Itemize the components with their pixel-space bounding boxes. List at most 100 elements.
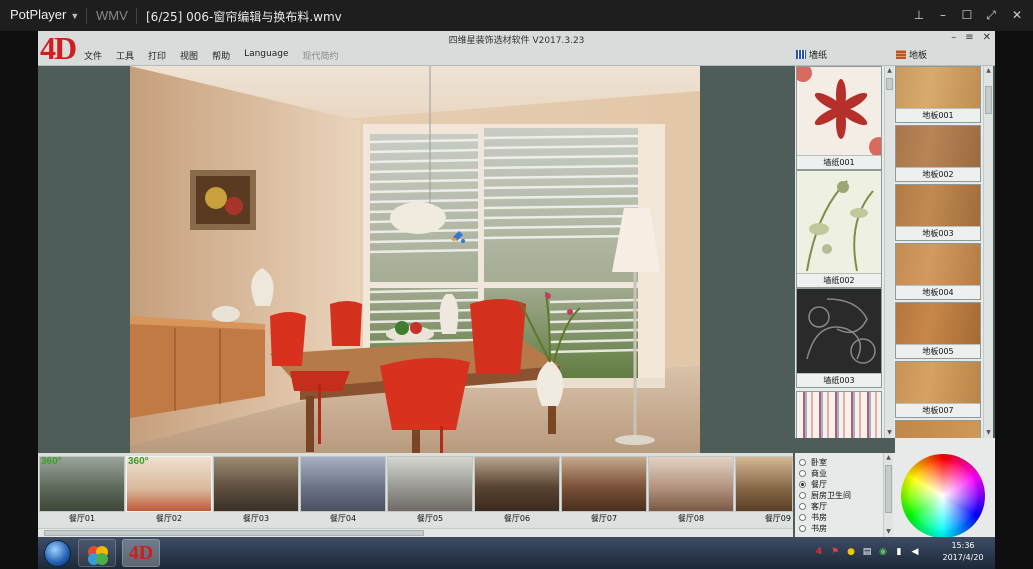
scroll-up-icon[interactable]: ▲ xyxy=(884,453,893,463)
minimize-icon[interactable]: – xyxy=(951,32,956,43)
room-option-bedroom[interactable]: 卧室 xyxy=(799,457,827,468)
chevron-down-icon: ▼ xyxy=(70,11,80,21)
wallpaper-tile[interactable]: 墙纸001 xyxy=(796,66,882,170)
scroll-up-icon[interactable]: ▲ xyxy=(885,66,894,76)
close-icon[interactable]: ✕ xyxy=(983,32,991,43)
floor-tile[interactable] xyxy=(895,420,981,439)
room-option-commercial[interactable]: 商业 xyxy=(799,468,827,479)
fullscreen-icon[interactable]: ⤢ xyxy=(980,6,1002,24)
menu: 文件 工具 打印 视图 帮助 Language 现代简约 xyxy=(84,49,339,62)
floor-label: 地板004 xyxy=(896,285,980,299)
floor-list: 地板001 地板002 地板003 地板004 地板005 地板007 xyxy=(894,66,983,439)
floor-tile[interactable]: 地板002 xyxy=(895,125,981,182)
wallpaper-swatch xyxy=(797,392,881,438)
scene-thumbnail-image xyxy=(562,457,646,511)
scroll-down-icon[interactable]: ▼ xyxy=(884,527,893,537)
player-name: PotPlayer xyxy=(10,7,67,22)
radio-button[interactable] xyxy=(799,492,806,499)
scene-thumbnail[interactable]: 餐厅03 xyxy=(213,456,299,526)
paint-bucket-cursor-icon xyxy=(451,231,465,243)
menu-file[interactable]: 文件 xyxy=(84,49,102,62)
wallpaper-header[interactable]: 墙纸 xyxy=(796,48,827,61)
scroll-down-icon[interactable]: ▼ xyxy=(984,428,993,438)
menu-style[interactable]: 现代简约 xyxy=(303,49,339,62)
room-list-scrollbar[interactable]: ▲ ▼ xyxy=(883,453,893,537)
taskbar-4d-app-button[interactable]: 4D xyxy=(122,539,160,567)
flag-icon[interactable]: ⚑ xyxy=(829,546,841,558)
wallpaper-tile[interactable] xyxy=(796,391,882,438)
scene-thumbnail-strip: 360° 餐厅01 360° 餐厅02 餐厅03 餐厅04 餐厅05 餐厅06 … xyxy=(38,453,793,537)
scene-thumbnail-label: 餐厅08 xyxy=(648,512,734,526)
scene-thumbnail-image xyxy=(301,457,385,511)
room-option-study[interactable]: 书房 xyxy=(799,523,827,534)
floor-tile[interactable]: 地板007 xyxy=(895,361,981,418)
device-icon[interactable]: ▤ xyxy=(861,546,873,558)
thumbnail-scrollbar[interactable] xyxy=(38,528,793,537)
scene-thumbnail-label: 餐厅04 xyxy=(300,512,386,526)
radio-button[interactable] xyxy=(799,503,806,510)
room-render-view[interactable] xyxy=(130,66,700,453)
dining-room-image xyxy=(130,66,700,453)
divider xyxy=(136,8,137,24)
floor-tile[interactable]: 地板003 xyxy=(895,184,981,241)
room-option-study[interactable]: 书房 xyxy=(799,512,827,523)
menu-language[interactable]: Language xyxy=(244,49,288,62)
system-tray: 4 ⚑ ● ▤ ◉ ▮ ◀ xyxy=(813,546,921,558)
scroll-up-icon[interactable]: ▲ xyxy=(984,66,993,76)
floor-tile[interactable]: 地板001 xyxy=(895,66,981,123)
minimize-icon[interactable]: – xyxy=(932,6,954,24)
room-option-living[interactable]: 客厅 xyxy=(799,501,827,512)
scroll-down-icon[interactable]: ▼ xyxy=(885,428,894,438)
room-option-kitchen-bath[interactable]: 厨房卫生间 xyxy=(799,490,851,501)
radio-button[interactable] xyxy=(799,525,806,532)
scene-thumbnail[interactable]: 餐厅08 xyxy=(648,456,734,526)
taskbar-clock[interactable]: 15:36 2017/4/20 xyxy=(933,540,993,564)
radio-button[interactable] xyxy=(799,514,806,521)
pin-icon[interactable]: ⊥ xyxy=(908,6,930,24)
network-icon[interactable]: ▮ xyxy=(893,546,905,558)
floor-label: 地板007 xyxy=(896,403,980,417)
taskbar-app-button[interactable] xyxy=(78,539,116,567)
360-badge: 360° xyxy=(41,456,62,467)
radio-button-selected[interactable] xyxy=(799,481,806,488)
security-icon[interactable]: ● xyxy=(845,546,857,558)
scene-thumbnail[interactable]: 餐厅04 xyxy=(300,456,386,526)
menu-view[interactable]: 视图 xyxy=(180,49,198,62)
scene-thumbnail[interactable]: 餐厅09 xyxy=(735,456,793,526)
maximize-icon[interactable]: ☐ xyxy=(956,6,978,24)
menu-icon[interactable]: ≡ xyxy=(965,32,973,43)
floor-header[interactable]: 地板 xyxy=(896,48,927,61)
radio-button[interactable] xyxy=(799,459,806,466)
menu-tools[interactable]: 工具 xyxy=(116,49,134,62)
close-icon[interactable]: ✕ xyxy=(1006,6,1028,24)
scene-thumbnail[interactable]: 餐厅07 xyxy=(561,456,647,526)
scene-thumbnail[interactable]: 360° 餐厅01 xyxy=(39,456,125,526)
scene-thumbnail[interactable]: 360° 餐厅02 xyxy=(126,456,212,526)
start-button[interactable] xyxy=(44,540,71,567)
player-menu-button[interactable]: PotPlayer ▼ xyxy=(10,7,79,22)
scene-thumbnail[interactable]: 餐厅06 xyxy=(474,456,560,526)
scene-thumbnail[interactable]: 餐厅05 xyxy=(387,456,473,526)
floor-icon xyxy=(896,50,906,59)
wallpaper-scrollbar[interactable]: ▲ ▼ xyxy=(884,66,894,438)
wallpaper-label: 墙纸003 xyxy=(797,373,881,387)
color-picker-panel xyxy=(895,438,995,538)
wallpaper-tile[interactable]: 墙纸002 xyxy=(796,170,882,288)
color-wheel[interactable] xyxy=(901,454,985,538)
room-option-dining[interactable]: 餐厅 xyxy=(799,479,827,490)
4d-tray-icon[interactable]: 4 xyxy=(813,546,825,558)
radio-button[interactable] xyxy=(799,470,806,477)
menu-help[interactable]: 帮助 xyxy=(212,49,230,62)
wallpaper-tile[interactable]: 墙纸003 xyxy=(796,288,882,388)
format-label: WMV xyxy=(96,8,128,23)
wallpaper-label: 墙纸001 xyxy=(797,155,881,169)
floor-tile[interactable]: 地板004 xyxy=(895,243,981,300)
scene-thumbnail-label: 餐厅02 xyxy=(126,512,212,526)
floor-scrollbar[interactable]: ▲ ▼ xyxy=(983,66,993,438)
floor-tile[interactable]: 地板005 xyxy=(895,302,981,359)
update-icon[interactable]: ◉ xyxy=(877,546,889,558)
menu-print[interactable]: 打印 xyxy=(148,49,166,62)
wallpaper-swatch xyxy=(797,171,881,273)
volume-icon[interactable]: ◀ xyxy=(909,546,921,558)
360-badge: 360° xyxy=(128,456,149,467)
